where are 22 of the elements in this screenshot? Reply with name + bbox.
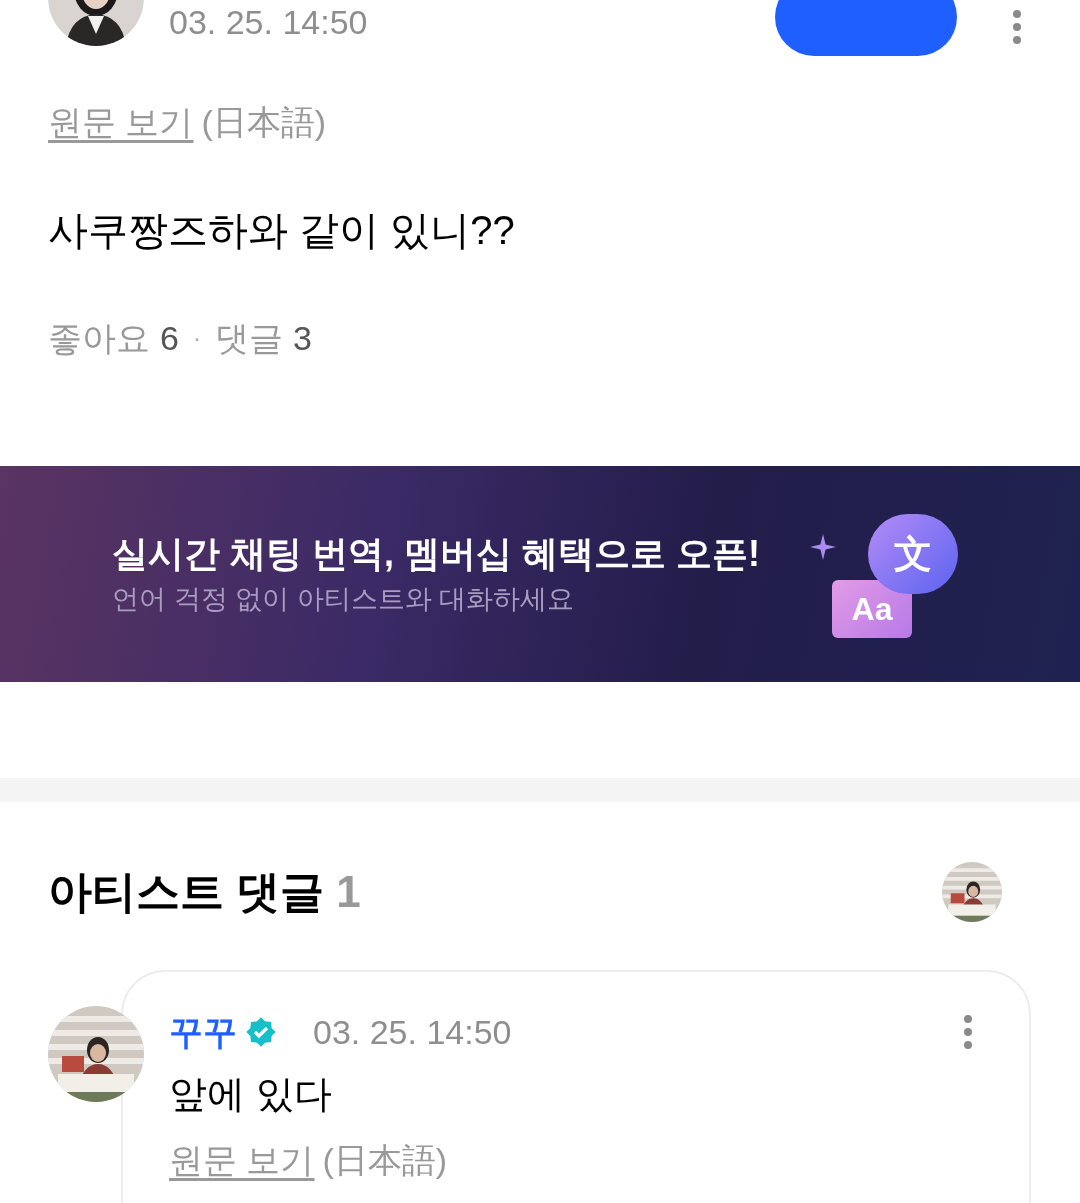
promo-banner[interactable]: 실시간 채팅 번역, 멤버십 혜택으로 오픈! 언어 걱정 없이 아티스트와 대화하세요 Aa 文 <box>0 466 1080 682</box>
post-date: 03. 25. 14:50 <box>169 2 368 42</box>
view-original-link[interactable]: 원문 보기 <box>48 102 194 142</box>
comment-text: 앞에 있다 <box>169 1072 333 1117</box>
separator: · <box>192 323 201 353</box>
banner-title: 실시간 채팅 번역, 멤버십 혜택으로 오픈! <box>112 532 760 576</box>
view-original-link[interactable]: 원문 보기 <box>169 1140 315 1180</box>
comments-label: 댓글 <box>214 318 283 358</box>
banner-subtitle: 언어 걱정 없이 아티스트와 대화하세요 <box>112 583 575 616</box>
language-label: (日本語) <box>201 102 327 142</box>
comment-author[interactable]: 꾸꾸 <box>169 1012 237 1052</box>
more-icon[interactable] <box>963 1014 973 1050</box>
likes-count: 6 <box>160 318 179 358</box>
comments-count: 3 <box>292 318 312 358</box>
follow-button[interactable] <box>775 0 957 56</box>
likes-label: 좋아요 <box>48 318 150 358</box>
post-text: 사쿠짱즈하와 같이 있니?? <box>47 207 516 254</box>
language-label: (日本語) <box>322 1140 448 1180</box>
more-icon[interactable] <box>1012 9 1022 45</box>
section-count: 1 <box>336 866 361 918</box>
section-title: 아티스트 댓글 <box>48 866 325 918</box>
comment-date: 03. 25. 14:50 <box>313 1012 512 1052</box>
